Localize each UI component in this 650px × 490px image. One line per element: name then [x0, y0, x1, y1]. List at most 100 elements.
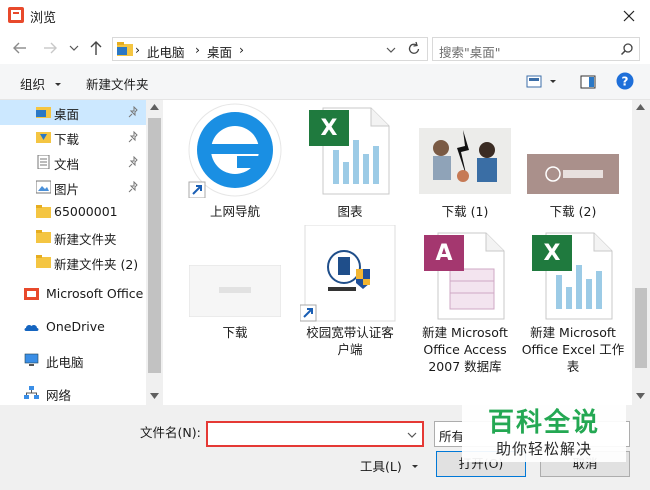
forward-arrow-icon[interactable] — [40, 38, 60, 58]
folder-icon — [36, 205, 51, 218]
file-label-line2: Office Excel 工作 — [521, 342, 625, 357]
access-file-icon: A — [424, 232, 505, 320]
refresh-icon[interactable] — [405, 40, 423, 58]
breadcrumb-separator: › — [135, 42, 140, 57]
file-label-line2: 户端 — [337, 342, 363, 357]
sidebar-item-folder-65000001[interactable]: 65000001 — [0, 200, 146, 225]
computer-icon — [24, 353, 39, 366]
documents-folder-icon — [37, 155, 50, 169]
file-item-new-excel-sheet[interactable]: X 新建 Microsoft Office Excel 工作 表 — [516, 225, 630, 405]
svg-text:A: A — [435, 241, 452, 266]
sidebar-scrollbar[interactable] — [146, 100, 163, 405]
svg-text:X: X — [321, 116, 338, 141]
sidebar-item-label: 65000001 — [54, 204, 118, 219]
pictures-folder-icon — [36, 180, 51, 194]
file-item-chart[interactable]: X 图表 — [293, 100, 407, 225]
organize-menu[interactable]: 组织 — [20, 74, 63, 93]
window-title: 浏览 — [30, 11, 57, 26]
chevron-down-icon[interactable] — [406, 429, 418, 441]
sidebar-item-microsoft-office[interactable]: Microsoft Office — [0, 282, 146, 307]
filter-value: 所有 — [439, 429, 465, 444]
scroll-up-arrow-icon[interactable] — [636, 104, 645, 110]
chevron-down-icon[interactable] — [385, 44, 397, 56]
file-item-download-1[interactable]: 下载 (1) — [408, 100, 522, 225]
pin-icon — [128, 131, 138, 143]
close-icon[interactable] — [618, 5, 640, 27]
address-bar[interactable]: › 此电脑 › 桌面 › — [112, 37, 428, 61]
breadcrumb-separator: › — [239, 42, 244, 57]
sidebar-item-label: 新建文件夹 (2) — [54, 257, 139, 272]
file-label-line3: 2007 数据库 — [428, 359, 502, 374]
navigation-pane: 桌面 下载 文档 图片 65000001 新建文件夹 新建文件夹 (2) Mic… — [0, 100, 146, 405]
sidebar-item-onedrive[interactable]: OneDrive — [0, 315, 146, 340]
sidebar-item-pictures[interactable]: 图片 — [0, 175, 146, 200]
filename-label: 文件名(N): — [140, 425, 201, 440]
sidebar-item-new-folder[interactable]: 新建文件夹 — [0, 225, 146, 250]
view-options-icon[interactable] — [526, 74, 560, 90]
breadcrumb-desktop[interactable]: 桌面 — [207, 42, 232, 61]
excel-file-icon: X — [532, 232, 613, 320]
scroll-up-arrow-icon[interactable] — [150, 104, 159, 110]
file-label-line1: 新建 Microsoft — [422, 325, 508, 340]
file-item-ie-shortcut[interactable]: 上网导航 — [178, 100, 292, 225]
sidebar-item-this-pc[interactable]: 此电脑 — [0, 348, 146, 373]
image-thumbnail-icon — [419, 128, 511, 194]
sidebar-item-downloads[interactable]: 下载 — [0, 125, 146, 150]
scrollbar-thumb[interactable] — [635, 288, 647, 368]
file-label-line3: 表 — [566, 359, 580, 374]
watermark: 百科全说 助你轻松解决 — [462, 400, 626, 462]
file-label-line1: 新建 Microsoft — [530, 325, 616, 340]
sidebar-item-label: 新建文件夹 — [54, 232, 117, 247]
search-input[interactable]: 搜索"桌面" — [432, 37, 640, 61]
search-placeholder: 搜索"桌面" — [439, 45, 501, 60]
breadcrumb-this-pc[interactable]: 此电脑 — [147, 42, 185, 61]
svg-text:X: X — [544, 241, 561, 266]
image-thumbnail-icon — [189, 265, 281, 317]
sidebar-item-label: 桌面 — [54, 107, 80, 122]
onedrive-icon — [24, 324, 39, 331]
sidebar-item-desktop[interactable]: 桌面 — [0, 100, 146, 125]
preview-pane-icon[interactable] — [580, 74, 596, 90]
excel-file-icon: X — [309, 107, 390, 195]
chevron-down-icon — [411, 465, 418, 468]
up-arrow-icon[interactable] — [86, 38, 106, 58]
file-label: 下载 (2) — [549, 204, 597, 219]
search-icon — [620, 43, 633, 56]
sidebar-item-new-folder-2[interactable]: 新建文件夹 (2) — [0, 250, 146, 275]
file-item-download-2[interactable]: 下载 (2) — [516, 100, 630, 225]
back-arrow-icon[interactable] — [10, 38, 30, 58]
tools-menu[interactable]: 工具(L) — [360, 456, 420, 475]
file-label: 下载 (1) — [441, 204, 489, 219]
file-item-new-access-db[interactable]: A 新建 Microsoft Office Access 2007 数据库 — [408, 225, 522, 405]
scrollbar-thumb[interactable] — [148, 118, 161, 373]
pin-icon — [128, 181, 138, 193]
file-item-download[interactable]: 下载 — [178, 225, 292, 405]
recent-dropdown-icon[interactable] — [64, 38, 84, 58]
breadcrumb-separator: › — [195, 42, 200, 57]
file-label-line1: 校园宽带认证客 — [306, 325, 394, 340]
content-scrollbar[interactable] — [632, 100, 650, 405]
sidebar-item-label: Microsoft Office — [46, 286, 144, 301]
desktop-folder-icon — [36, 107, 51, 118]
app-icon — [8, 7, 24, 23]
network-icon — [24, 386, 39, 399]
folder-icon — [36, 255, 51, 268]
sidebar-item-documents[interactable]: 文档 — [0, 150, 146, 175]
file-label-line2: Office Access — [423, 342, 507, 357]
help-icon[interactable]: ? — [616, 72, 634, 90]
file-item-campus-broadband-client[interactable]: 校园宽带认证客 户端 — [293, 225, 407, 405]
folder-icon — [36, 230, 51, 243]
file-label: 下载 — [222, 325, 248, 340]
pin-icon — [128, 156, 138, 168]
folder-icon — [117, 42, 133, 56]
tools-label: 工具(L) — [360, 459, 402, 474]
filename-field[interactable] — [206, 421, 424, 447]
sidebar-item-label: 文档 — [54, 157, 80, 172]
sidebar-item-network[interactable]: 网络 — [0, 381, 146, 405]
new-folder-button[interactable]: 新建文件夹 — [86, 74, 149, 93]
scroll-down-arrow-icon[interactable] — [636, 393, 645, 399]
sidebar-item-label: 网络 — [46, 388, 72, 403]
download-folder-icon — [36, 132, 51, 143]
scroll-down-arrow-icon[interactable] — [150, 393, 159, 399]
sidebar-item-label: 此电脑 — [46, 355, 84, 370]
